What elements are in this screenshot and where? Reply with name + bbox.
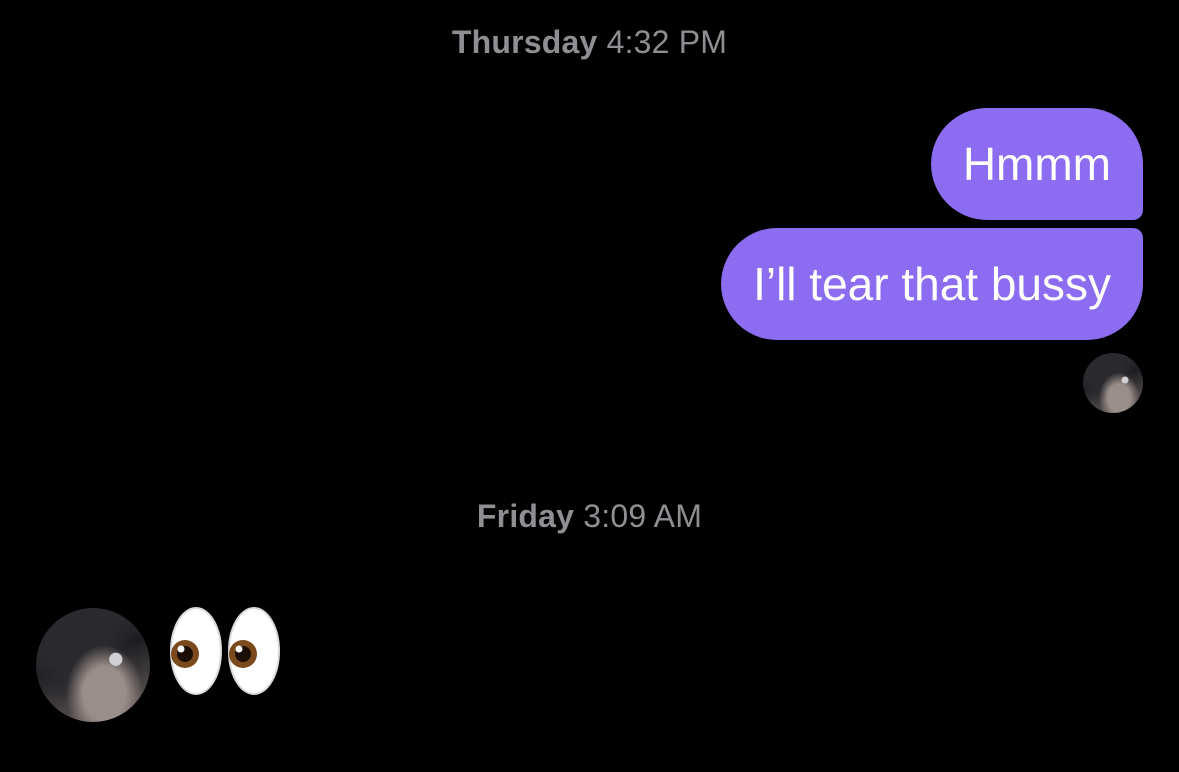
timestamp-day: Thursday [451,24,598,60]
eyes-emoji-icon [170,607,280,695]
outgoing-message-bubble[interactable]: Hmmm [930,108,1143,220]
timestamp-divider: Friday 3:09 AM [0,498,1179,535]
incoming-message-text: 👀 [284,606,285,607]
timestamp-time: 4:32 PM [606,24,728,60]
seen-receipt-avatar [1083,353,1143,413]
contact-avatar[interactable] [36,608,150,722]
outgoing-message-bubble[interactable]: I’ll tear that bussy [721,228,1143,340]
incoming-message[interactable]: 👀 [168,606,284,696]
timestamp-day: Friday [476,498,575,534]
chat-thread: Thursday 4:32 PM Hmmm I’ll tear that bus… [0,0,1179,772]
timestamp-time: 3:09 AM [583,498,703,534]
timestamp-divider: Thursday 4:32 PM [0,24,1179,61]
